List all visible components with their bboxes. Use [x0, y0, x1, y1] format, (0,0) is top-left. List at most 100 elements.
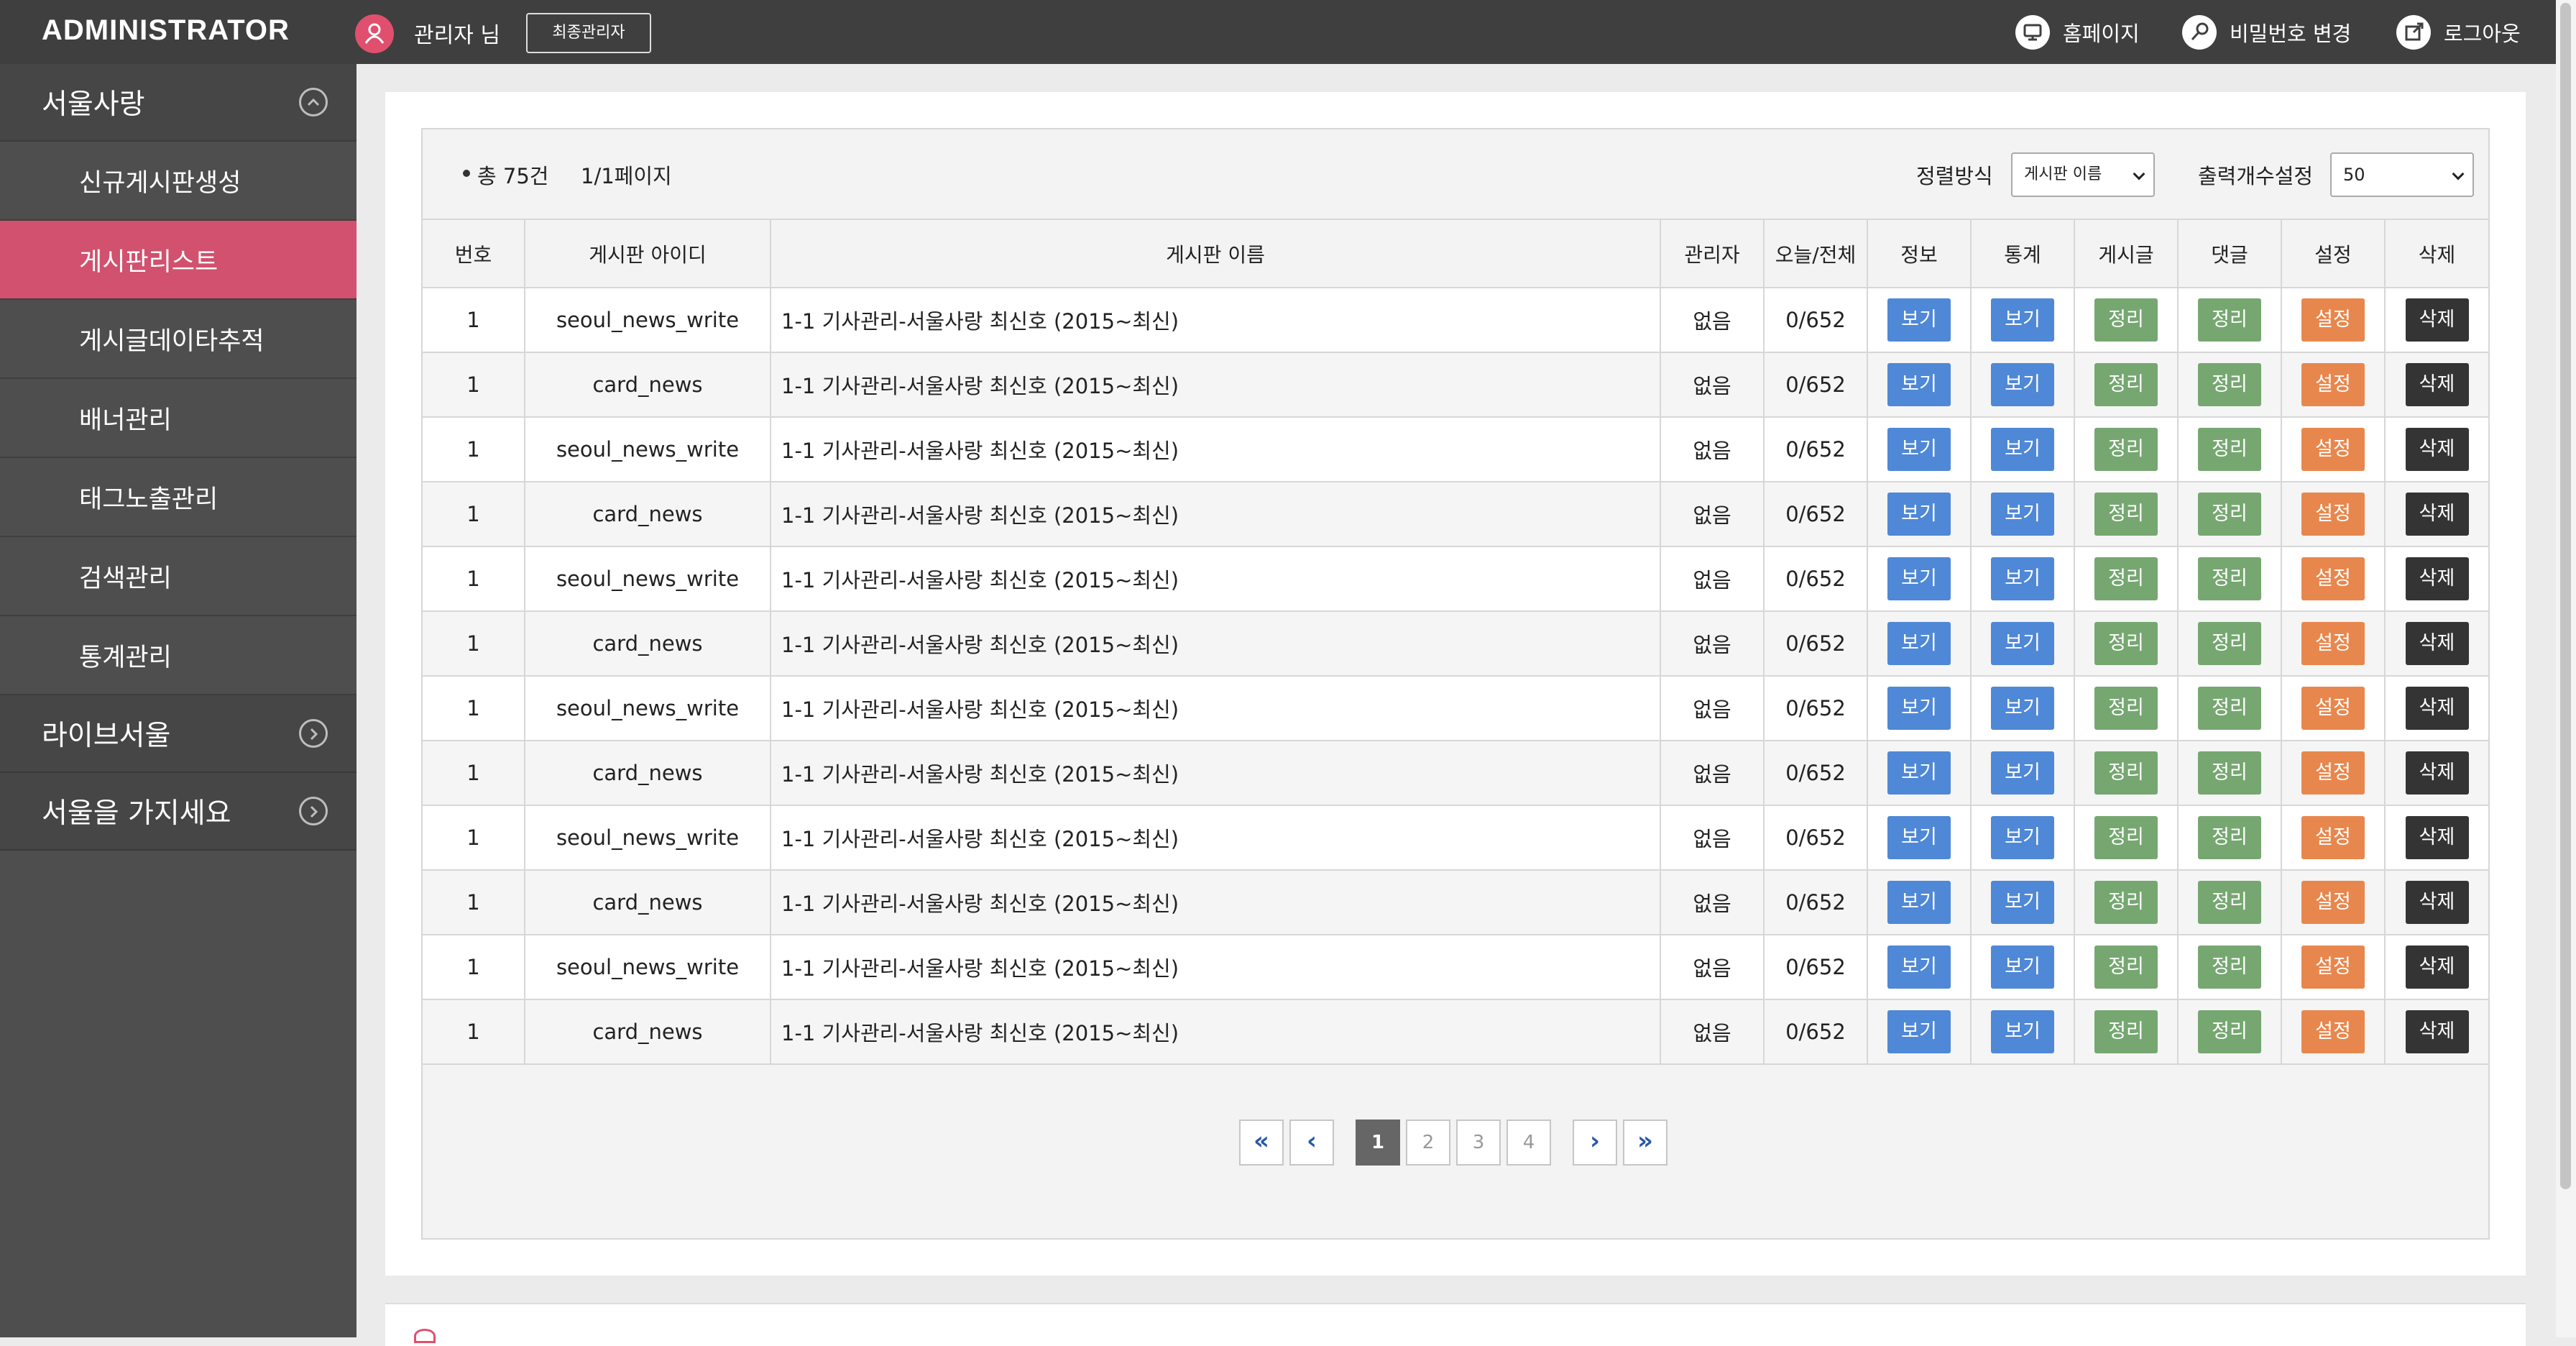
output-count-select[interactable]: 50 [2330, 152, 2474, 197]
sidebar-item-tag-exposure[interactable]: 태그노출관리 [0, 458, 356, 537]
comments-cleanup-button[interactable]: 정리 [2198, 881, 2261, 924]
posts-cleanup-button[interactable]: 정리 [2094, 363, 2158, 406]
logout-link[interactable]: 로그아웃 [2396, 14, 2521, 50]
delete-button[interactable]: 삭제 [2405, 298, 2469, 342]
change-password-link[interactable]: 비밀번호 변경 [2182, 14, 2351, 50]
info-view-button[interactable]: 보기 [1887, 816, 1951, 859]
prev-page-button[interactable]: ‹ [1289, 1120, 1334, 1166]
posts-cleanup-button[interactable]: 정리 [2094, 557, 2158, 600]
info-view-button[interactable]: 보기 [1887, 363, 1951, 406]
sidebar-category-live-seoul[interactable]: 라이브서울 [0, 695, 356, 773]
settings-button[interactable]: 설정 [2301, 1010, 2365, 1053]
stats-view-button[interactable]: 보기 [1991, 1010, 2054, 1053]
delete-button[interactable]: 삭제 [2405, 946, 2469, 989]
comments-cleanup-button[interactable]: 정리 [2198, 946, 2261, 989]
sidebar-item-board-list[interactable]: 게시판리스트 [0, 221, 356, 300]
settings-button[interactable]: 설정 [2301, 557, 2365, 600]
comments-cleanup-button[interactable]: 정리 [2198, 751, 2261, 795]
settings-button[interactable]: 설정 [2301, 428, 2365, 471]
delete-button[interactable]: 삭제 [2405, 622, 2469, 665]
posts-cleanup-button[interactable]: 정리 [2094, 622, 2158, 665]
info-view-button[interactable]: 보기 [1887, 557, 1951, 600]
delete-button[interactable]: 삭제 [2405, 1010, 2469, 1053]
delete-button[interactable]: 삭제 [2405, 751, 2469, 795]
comments-cleanup-button[interactable]: 정리 [2198, 363, 2261, 406]
stats-view-button[interactable]: 보기 [1991, 687, 2054, 730]
page-button-2[interactable]: 2 [1406, 1120, 1450, 1166]
info-view-button[interactable]: 보기 [1887, 298, 1951, 342]
sidebar-item-post-data-tracking[interactable]: 게시글데이타추적 [0, 300, 356, 379]
info-view-button[interactable]: 보기 [1887, 622, 1951, 665]
delete-button[interactable]: 삭제 [2405, 363, 2469, 406]
delete-button[interactable]: 삭제 [2405, 557, 2469, 600]
stats-view-button[interactable]: 보기 [1991, 557, 2054, 600]
comments-cleanup-button[interactable]: 정리 [2198, 622, 2261, 665]
settings-button[interactable]: 설정 [2301, 946, 2365, 989]
settings-button[interactable]: 설정 [2301, 363, 2365, 406]
settings-button[interactable]: 설정 [2301, 493, 2365, 536]
stats-view-button[interactable]: 보기 [1991, 363, 2054, 406]
comments-cleanup-button[interactable]: 정리 [2198, 816, 2261, 859]
delete-button[interactable]: 삭제 [2405, 881, 2469, 924]
info-view-button[interactable]: 보기 [1887, 946, 1951, 989]
info-view-button[interactable]: 보기 [1887, 687, 1951, 730]
page-button-3[interactable]: 3 [1456, 1120, 1501, 1166]
comments-cleanup-button[interactable]: 정리 [2198, 493, 2261, 536]
settings-button[interactable]: 설정 [2301, 816, 2365, 859]
sidebar-item-banner-management[interactable]: 배너관리 [0, 379, 356, 458]
stats-view-button[interactable]: 보기 [1991, 946, 2054, 989]
info-view-button[interactable]: 보기 [1887, 493, 1951, 536]
comments-cleanup-button[interactable]: 정리 [2198, 687, 2261, 730]
page-button-4[interactable]: 4 [1506, 1120, 1551, 1166]
posts-cleanup-button[interactable]: 정리 [2094, 946, 2158, 989]
delete-button[interactable]: 삭제 [2405, 493, 2469, 536]
delete-button[interactable]: 삭제 [2405, 428, 2469, 471]
posts-cleanup-button[interactable]: 정리 [2094, 298, 2158, 342]
next-page-button[interactable]: › [1573, 1120, 1617, 1166]
stats-view-button[interactable]: 보기 [1991, 428, 2054, 471]
homepage-link[interactable]: 홈페이지 [2015, 14, 2140, 50]
stats-view-button[interactable]: 보기 [1991, 751, 2054, 795]
posts-cleanup-button[interactable]: 정리 [2094, 881, 2158, 924]
posts-cleanup-button[interactable]: 정리 [2094, 751, 2158, 795]
sidebar-item-statistics[interactable]: 통계관리 [0, 616, 356, 695]
info-view-button[interactable]: 보기 [1887, 1010, 1951, 1053]
posts-cleanup-button[interactable]: 정리 [2094, 816, 2158, 859]
posts-cleanup-button[interactable]: 정리 [2094, 428, 2158, 471]
today-total-cell: 0/652 [1764, 870, 1868, 935]
last-page-button[interactable]: » [1623, 1120, 1668, 1166]
settings-button[interactable]: 설정 [2301, 622, 2365, 665]
settings-button[interactable]: 설정 [2301, 687, 2365, 730]
settings-button[interactable]: 설정 [2301, 751, 2365, 795]
comments-cleanup-button[interactable]: 정리 [2198, 1010, 2261, 1053]
info-view-button[interactable]: 보기 [1887, 751, 1951, 795]
scrollbar-thumb[interactable] [2560, 3, 2571, 1189]
settings-button[interactable]: 설정 [2301, 298, 2365, 342]
settings-button[interactable]: 설정 [2301, 881, 2365, 924]
delete-button[interactable]: 삭제 [2405, 816, 2469, 859]
stats-view-button[interactable]: 보기 [1991, 622, 2054, 665]
comments-cleanup-button[interactable]: 정리 [2198, 298, 2261, 342]
action-cell: 보기 [1867, 999, 1972, 1065]
sidebar-item-new-board[interactable]: 신규게시판생성 [0, 142, 356, 221]
info-view-button[interactable]: 보기 [1887, 881, 1951, 924]
comments-cleanup-button[interactable]: 정리 [2198, 428, 2261, 471]
sidebar-category-have-seoul[interactable]: 서울을 가지세요 [0, 773, 356, 851]
posts-cleanup-button[interactable]: 정리 [2094, 1010, 2158, 1053]
delete-button[interactable]: 삭제 [2405, 687, 2469, 730]
stats-view-button[interactable]: 보기 [1991, 298, 2054, 342]
stats-view-button[interactable]: 보기 [1991, 493, 2054, 536]
first-page-button[interactable]: « [1239, 1120, 1284, 1166]
stats-view-button[interactable]: 보기 [1991, 881, 2054, 924]
page-button-1[interactable]: 1 [1356, 1120, 1400, 1166]
board-name-cell: 1-1 기사관리-서울사랑 최신호 (2015~최신) [770, 288, 1661, 353]
posts-cleanup-button[interactable]: 정리 [2094, 493, 2158, 536]
sort-select[interactable]: 게시판 이름 [2011, 152, 2155, 197]
super-admin-button[interactable]: 최종관리자 [526, 13, 651, 53]
posts-cleanup-button[interactable]: 정리 [2094, 687, 2158, 730]
info-view-button[interactable]: 보기 [1887, 428, 1951, 471]
sidebar-category-seoul-love[interactable]: 서울사랑 [0, 64, 356, 142]
stats-view-button[interactable]: 보기 [1991, 816, 2054, 859]
sidebar-item-search-management[interactable]: 검색관리 [0, 537, 356, 616]
comments-cleanup-button[interactable]: 정리 [2198, 557, 2261, 600]
